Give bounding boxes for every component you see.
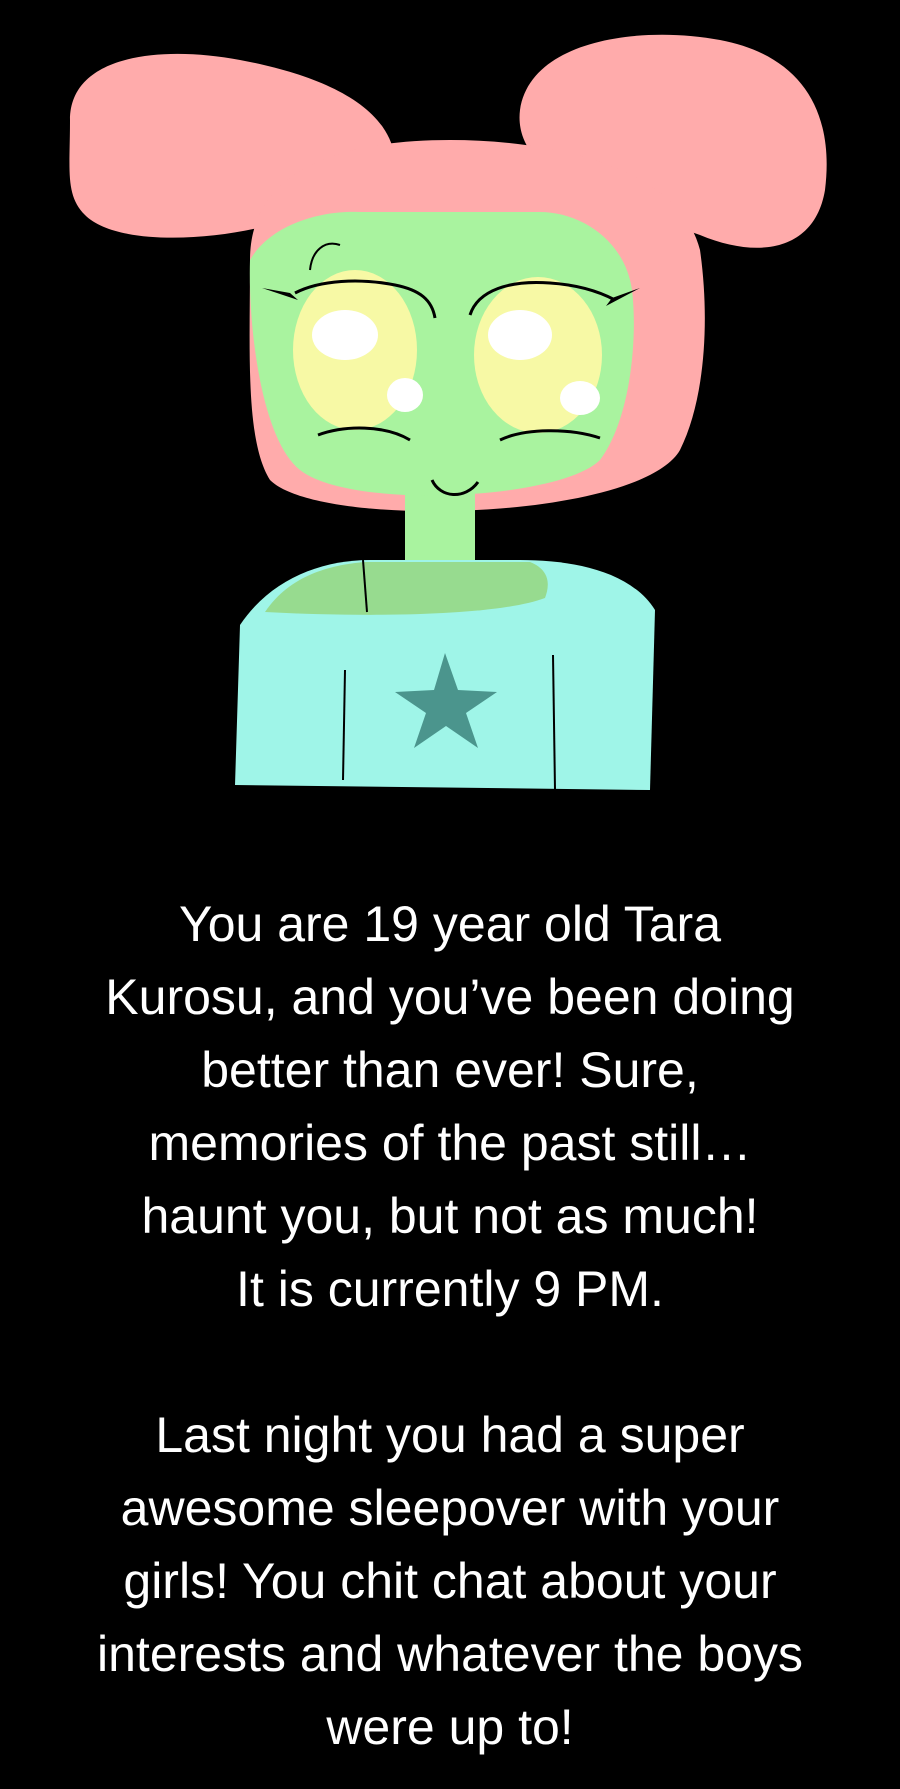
story-line: Last night you had a super [155,1407,745,1463]
page: You are 19 year old Tara Kurosu, and you… [0,0,900,1789]
story-line: haunt you, but not as much! [141,1188,759,1244]
story-line: were up to! [326,1699,574,1755]
story-line: memories of the past still… [148,1115,752,1171]
character-portrait [69,34,827,791]
left-eye-highlight-small [387,378,423,412]
shoulders [265,562,548,615]
story-line: Kurosu, and you’ve been doing [105,969,795,1025]
right-eye-highlight-small [560,381,600,415]
story-line: interests and whatever the boys [97,1626,803,1682]
left-eye-highlight [312,310,378,360]
story-line: You are 19 year old Tara [178,896,722,952]
story-line: It is currently 9 PM. [236,1261,664,1317]
story-line: girls! You chit chat about your [123,1553,777,1609]
right-eye-highlight [488,310,552,360]
story-line: better than ever! Sure, [201,1042,699,1098]
story-text: You are 19 year old Tara Kurosu, and you… [40,888,860,1764]
story-line: awesome sleepover with your [120,1480,780,1536]
